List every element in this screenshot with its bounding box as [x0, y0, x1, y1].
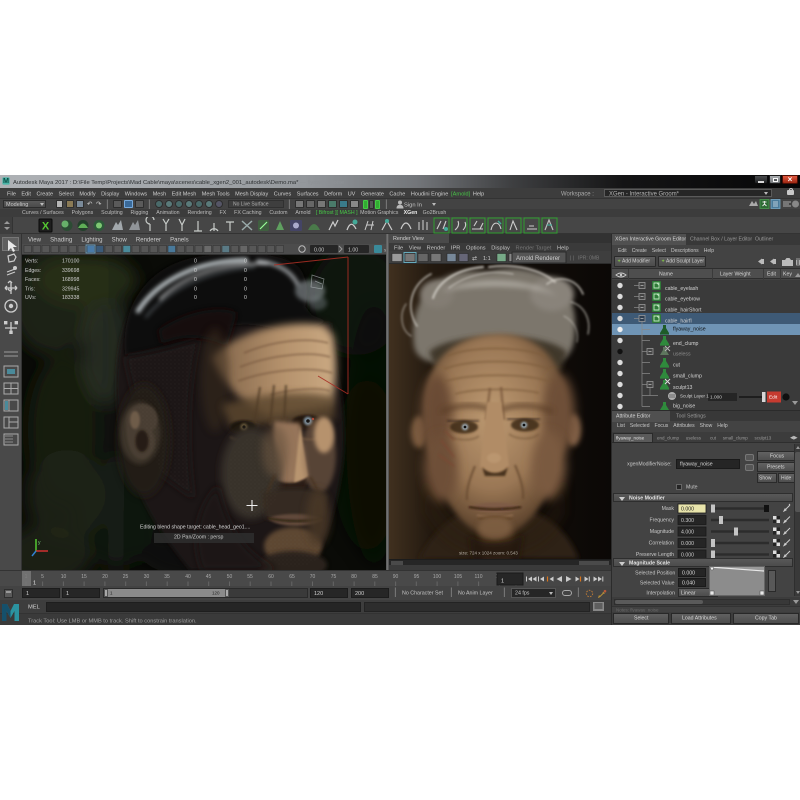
svg-text:Correlation: Correlation: [649, 541, 674, 547]
svg-text:0.300: 0.300: [681, 518, 694, 524]
svg-text:10: 10: [61, 574, 67, 580]
svg-text:35: 35: [164, 574, 170, 580]
svg-text:1: 1: [501, 579, 504, 585]
svg-text:90: 90: [393, 574, 399, 580]
svg-text:Arnold Renderer: Arnold Renderer: [516, 256, 560, 262]
svg-text:5: 5: [41, 574, 44, 580]
svg-text:15: 15: [81, 574, 87, 580]
svg-text:0.00: 0.00: [314, 248, 324, 254]
svg-text:0.000: 0.000: [681, 541, 694, 547]
svg-text:95: 95: [414, 574, 420, 580]
svg-text:1.00: 1.00: [348, 248, 358, 254]
svg-text:55: 55: [247, 574, 253, 580]
svg-text:4.000: 4.000: [681, 530, 694, 536]
svg-text:30: 30: [144, 574, 150, 580]
svg-text:65: 65: [289, 574, 295, 580]
svg-text:| |: | |: [570, 256, 574, 262]
svg-text:⇄: ⇄: [472, 255, 477, 262]
svg-text:40: 40: [185, 574, 191, 580]
svg-text:80: 80: [351, 574, 357, 580]
svg-text:50: 50: [227, 574, 233, 580]
svg-text:Frequency: Frequency: [649, 518, 674, 524]
svg-text:0.000: 0.000: [681, 507, 694, 513]
svg-text:85: 85: [372, 574, 378, 580]
svg-text:75: 75: [331, 574, 337, 580]
svg-text:45: 45: [206, 574, 212, 580]
svg-text:70: 70: [310, 574, 316, 580]
svg-text:100: 100: [433, 574, 442, 580]
svg-text:25: 25: [123, 574, 129, 580]
svg-text:20: 20: [102, 574, 108, 580]
svg-text:1:1: 1:1: [483, 256, 491, 262]
svg-text:IPR: 0MB: IPR: 0MB: [578, 256, 600, 262]
svg-text:105: 105: [454, 574, 463, 580]
svg-text:Mask: Mask: [662, 506, 675, 512]
svg-text:60: 60: [268, 574, 274, 580]
svg-text:Magnitude: Magnitude: [650, 529, 674, 535]
svg-text:X: X: [42, 220, 50, 232]
svg-text:110: 110: [475, 574, 483, 580]
